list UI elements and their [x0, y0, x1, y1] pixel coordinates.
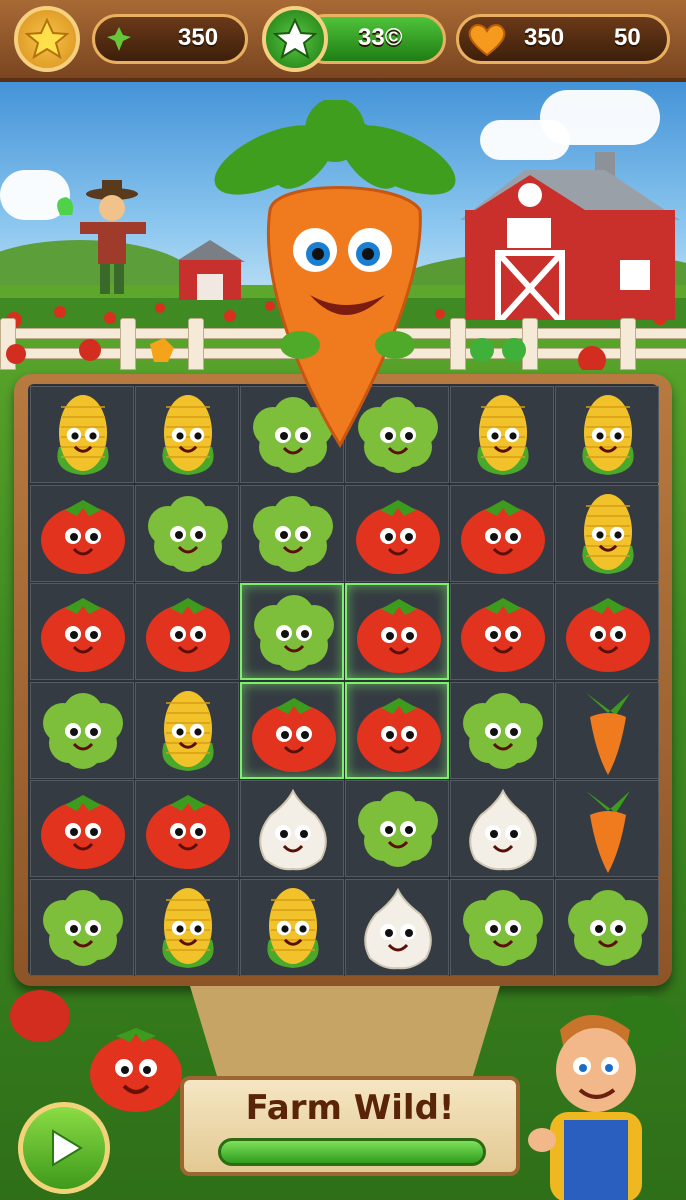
garlic-icon — [364, 887, 432, 969]
star-icon — [25, 17, 69, 60]
broccoli-icon — [568, 889, 648, 966]
grid-cell[interactable] — [30, 878, 134, 976]
grid-cell[interactable] — [240, 484, 344, 582]
clover-icon — [107, 27, 131, 51]
grid-cell[interactable] — [135, 681, 239, 779]
grid-cell[interactable] — [30, 583, 134, 680]
broccoli-icon — [463, 889, 543, 966]
tomato-icon — [146, 598, 230, 672]
corn-icon — [267, 887, 319, 968]
broccoli-icon — [254, 595, 334, 671]
broccoli-icon — [43, 889, 123, 966]
tomato-icon — [461, 499, 545, 574]
barn-icon — [460, 152, 680, 320]
tomato-icon — [566, 598, 650, 672]
carrot-icon — [586, 692, 630, 775]
banner-title: Farm Wild! — [245, 1088, 455, 1128]
grid-cell[interactable] — [135, 484, 239, 582]
farmer-character-icon — [528, 1015, 642, 1200]
grid-cell[interactable] — [450, 484, 554, 582]
corn-icon — [582, 493, 634, 574]
scarecrow-icon — [57, 180, 146, 294]
grid-cell[interactable] — [30, 681, 134, 779]
garlic-icon — [469, 788, 537, 871]
grid-cell[interactable] — [555, 583, 659, 680]
level-banner: Farm Wild! — [180, 1076, 520, 1176]
carrot-icon — [586, 791, 630, 873]
play-icon — [52, 1129, 83, 1167]
grid-cell[interactable] — [240, 780, 344, 877]
star-button[interactable] — [14, 6, 80, 72]
lives-value: 350 — [524, 24, 565, 51]
tomato-icon — [146, 795, 230, 869]
corn-icon — [162, 887, 214, 968]
grid-cell[interactable] — [345, 878, 449, 976]
grid-cell[interactable] — [240, 681, 344, 779]
level-progress-bar — [218, 1138, 486, 1166]
garlic-icon — [259, 788, 327, 871]
tomato-icon — [41, 598, 125, 672]
tile-grid — [28, 384, 659, 976]
grid-cell[interactable] — [345, 780, 449, 877]
play-button[interactable] — [18, 1102, 110, 1194]
broccoli-icon — [148, 495, 228, 572]
grid-cell[interactable] — [135, 583, 239, 680]
tomato-icon — [357, 599, 441, 673]
grid-cell[interactable] — [30, 386, 134, 483]
grid-cell[interactable] — [450, 780, 554, 877]
green-star-icon — [273, 17, 317, 60]
broccoli-icon — [43, 692, 123, 769]
game-scene: 350 33© 350 50 Farm Wild! — [0, 0, 686, 1200]
tomato-icon — [461, 598, 545, 672]
grid-cell[interactable] — [450, 583, 554, 680]
tomato-icon — [357, 697, 441, 772]
grid-cell[interactable] — [135, 878, 239, 976]
grid-cell[interactable] — [555, 681, 659, 779]
grid-cell[interactable] — [240, 878, 344, 976]
carrot-mascot-icon — [214, 100, 456, 449]
grid-cell[interactable] — [240, 583, 344, 680]
tomato-icon — [41, 499, 125, 574]
grid-cell[interactable] — [345, 583, 449, 680]
grid-cell[interactable] — [555, 878, 659, 976]
heart-icon — [468, 24, 506, 57]
grid-cell[interactable] — [555, 386, 659, 483]
grid-cell[interactable] — [30, 484, 134, 582]
coins-value: 50 — [614, 24, 641, 51]
tomato-icon — [252, 697, 336, 772]
grid-cell[interactable] — [30, 780, 134, 877]
broccoli-icon — [358, 791, 438, 867]
corn-icon — [582, 395, 634, 475]
grid-cell[interactable] — [135, 780, 239, 877]
grid-cell[interactable] — [345, 484, 449, 582]
grid-cell[interactable] — [555, 484, 659, 582]
grid-cell[interactable] — [345, 681, 449, 779]
score-pill — [92, 14, 248, 64]
tomato-character-icon — [90, 1028, 182, 1112]
broccoli-icon — [253, 495, 333, 572]
moves-value: 33© — [358, 24, 403, 51]
grid-cell[interactable] — [555, 780, 659, 877]
tomato-icon — [41, 795, 125, 869]
grid-cell[interactable] — [450, 878, 554, 976]
corn-icon — [57, 395, 109, 475]
tomato-icon — [356, 499, 440, 574]
score-value: 350 — [178, 24, 219, 51]
level-button[interactable] — [262, 6, 328, 72]
grid-cell[interactable] — [450, 681, 554, 779]
broccoli-icon — [463, 692, 543, 769]
corn-icon — [162, 690, 214, 771]
